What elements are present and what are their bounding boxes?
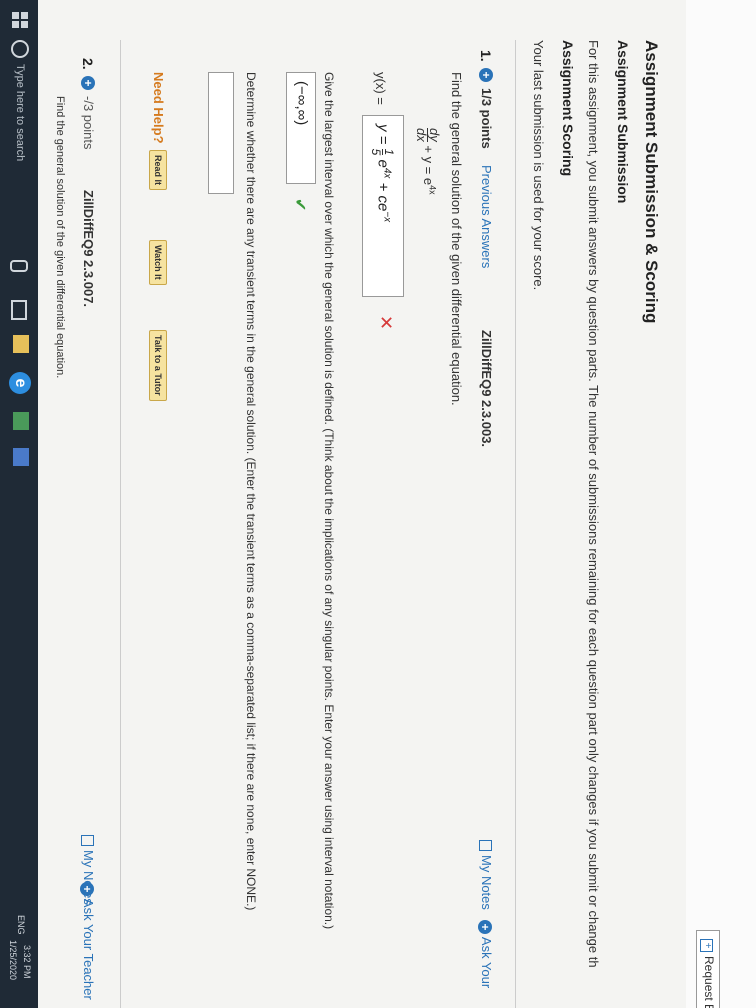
search-icon[interactable] [11, 40, 29, 58]
question-number: 2. [80, 58, 96, 70]
divider [120, 40, 121, 1008]
divider [515, 40, 516, 1008]
incorrect-mark: ✕ [376, 315, 396, 331]
store-icon[interactable] [13, 412, 29, 430]
plus-icon: + [478, 920, 493, 934]
transient-prompt: Determine whether there are any transien… [244, 72, 258, 911]
transient-input[interactable] [208, 72, 234, 194]
question-prompt: Find the general solution of the given d… [54, 96, 66, 379]
answer-input[interactable]: y = 15 e4x + ce−x [362, 115, 404, 297]
clock-time[interactable]: 3:32 PM [22, 945, 32, 979]
plus-icon: + [80, 882, 95, 896]
my-notes-button[interactable]: My Notes [478, 840, 494, 910]
question-points: -/3 points [81, 96, 96, 150]
points-icon: + [79, 76, 97, 90]
windows-start-icon[interactable] [12, 12, 28, 28]
section-description: For this assignment, you submit answers … [586, 40, 601, 968]
page-canvas: +Request E Assignment Submission & Scori… [0, 0, 756, 1008]
answer-label: y(x) = [373, 72, 388, 105]
request-extension-button[interactable]: +Request E [696, 930, 720, 1008]
ask-teacher-button[interactable]: + Ask Your [478, 920, 494, 988]
question-code: ZillDiffEQ9 2.3.003. [479, 330, 494, 448]
section-subtitle: Assignment Submission [615, 40, 631, 204]
talk-to-tutor-button[interactable]: Talk to a Tutor [149, 330, 167, 401]
language-indicator[interactable]: ENG [16, 915, 26, 935]
note-icon [478, 840, 492, 851]
question-code: ZillDiffEQ9 2.3.007. [81, 190, 96, 308]
app-icon[interactable] [13, 448, 29, 466]
ask-teacher-button[interactable]: + Ask Your Teacher [80, 882, 96, 1000]
need-help-label: Need Help? [151, 72, 166, 144]
plus-box-icon: + [700, 939, 713, 952]
scoring-text: Your last submission is used for your sc… [531, 40, 546, 291]
previous-answers-link[interactable]: Previous Answers [479, 165, 494, 268]
section-title: Assignment Submission & Scoring [642, 40, 661, 324]
edge-browser-icon[interactable]: e [9, 372, 31, 394]
question-prompt: Find the general solution of the given d… [449, 72, 464, 406]
microphone-icon[interactable] [10, 260, 28, 272]
differential-equation: dy dx + y = e4x [414, 128, 442, 195]
top-strip [686, 0, 756, 1008]
read-it-button[interactable]: Read It [149, 150, 167, 191]
question-number: 1. [478, 50, 494, 62]
interval-input[interactable]: (−∞,∞) [286, 72, 316, 184]
points-icon: + [477, 68, 495, 82]
file-explorer-icon[interactable] [13, 335, 29, 353]
interval-prompt: Give the largest interval over which the… [322, 72, 336, 930]
answer-expression: y = 15 e4x + ce−x [369, 124, 396, 223]
note-icon [80, 835, 94, 846]
clock-date[interactable]: 1/25/2020 [8, 940, 18, 980]
question-points: 1/3 points [479, 88, 494, 149]
watch-it-button[interactable]: Watch It [149, 240, 167, 285]
scoring-title: Assignment Scoring [560, 40, 576, 177]
windows-taskbar: Type here to search e ENG 3:32 PM 1/25/2… [0, 0, 38, 1008]
taskbar-search-input[interactable]: Type here to search [14, 64, 26, 161]
task-view-icon[interactable] [11, 300, 27, 320]
correct-mark: ✔ [291, 198, 308, 212]
